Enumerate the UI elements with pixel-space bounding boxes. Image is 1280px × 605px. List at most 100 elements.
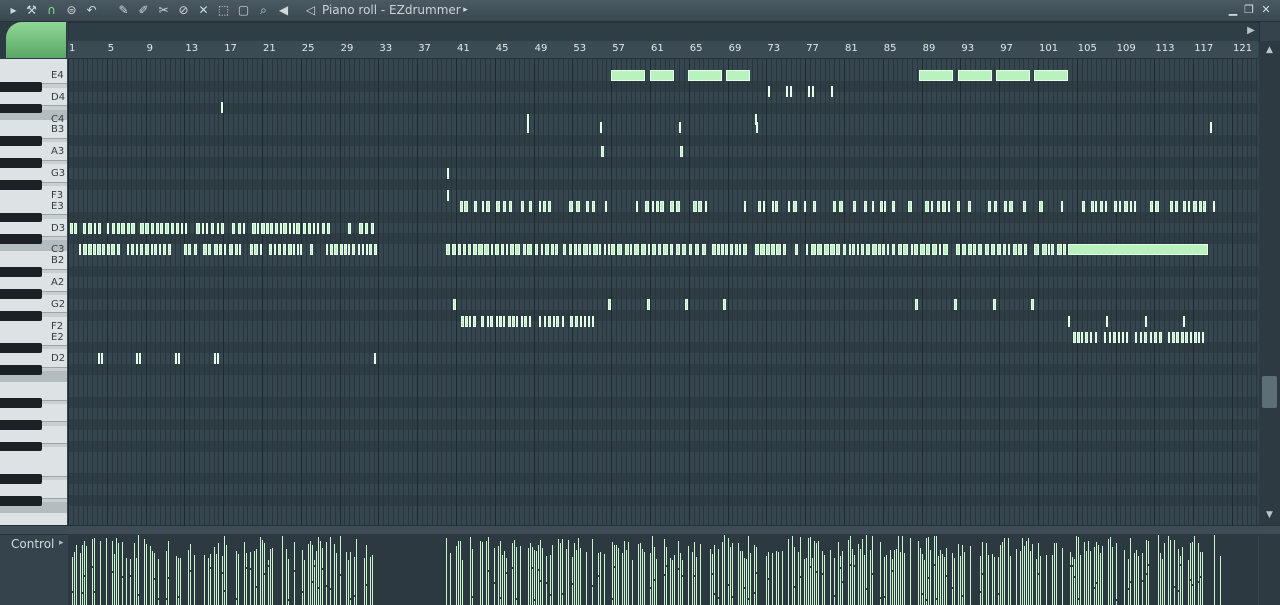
velocity-bar[interactable] <box>604 553 605 605</box>
velocity-bar[interactable] <box>1138 556 1139 605</box>
velocity-point[interactable] <box>872 572 874 575</box>
velocity-bar[interactable] <box>1148 541 1149 605</box>
midi-note[interactable] <box>1018 244 1023 256</box>
midi-note[interactable] <box>657 244 661 256</box>
midi-note[interactable] <box>484 244 489 256</box>
velocity-bar[interactable] <box>998 557 999 605</box>
midi-note[interactable] <box>374 244 378 256</box>
velocity-bar[interactable] <box>546 555 547 605</box>
midi-note[interactable] <box>853 200 857 212</box>
velocity-point[interactable] <box>506 571 508 574</box>
midi-note[interactable] <box>872 200 875 212</box>
velocity-bar[interactable] <box>1164 543 1165 605</box>
midi-note[interactable] <box>224 244 227 256</box>
velocity-bar[interactable] <box>1130 538 1131 605</box>
midi-note[interactable] <box>461 316 464 328</box>
midi-note[interactable] <box>1145 315 1147 327</box>
velocity-bar[interactable] <box>626 549 627 605</box>
midi-note[interactable] <box>1212 200 1216 212</box>
midi-note[interactable] <box>996 244 1001 256</box>
velocity-bar[interactable] <box>902 535 903 605</box>
midi-note[interactable] <box>82 244 87 256</box>
velocity-point[interactable] <box>472 596 474 599</box>
midi-note[interactable] <box>468 316 471 328</box>
midi-note[interactable] <box>755 244 759 256</box>
midi-note[interactable] <box>205 222 209 234</box>
velocity-bar[interactable] <box>886 554 887 605</box>
velocity-bar[interactable] <box>742 551 743 605</box>
midi-note[interactable] <box>237 222 242 234</box>
midi-note[interactable] <box>712 244 716 256</box>
midi-note[interactable] <box>534 244 539 256</box>
midi-note[interactable] <box>1187 200 1191 212</box>
velocity-bar[interactable] <box>1100 553 1101 605</box>
velocity-bar[interactable] <box>226 545 227 605</box>
midi-note[interactable] <box>881 244 886 256</box>
velocity-bar[interactable] <box>178 557 179 605</box>
velocity-bar[interactable] <box>1108 538 1109 605</box>
velocity-bar[interactable] <box>1098 544 1099 605</box>
midi-note[interactable] <box>232 222 236 234</box>
midi-note[interactable] <box>1051 244 1055 256</box>
velocity-bar[interactable] <box>746 559 747 605</box>
midi-note[interactable] <box>229 244 233 256</box>
midi-note[interactable] <box>645 200 650 212</box>
velocity-bar[interactable] <box>936 535 937 605</box>
velocity-bar[interactable] <box>866 535 867 605</box>
midi-note[interactable] <box>735 244 738 256</box>
velocity-bar[interactable] <box>1040 555 1041 605</box>
control-label[interactable]: Control <box>11 537 54 551</box>
velocity-bar[interactable] <box>84 540 85 605</box>
velocity-bar[interactable] <box>130 559 131 605</box>
midi-note[interactable] <box>592 244 598 256</box>
velocity-bar[interactable] <box>1192 542 1193 605</box>
midi-note[interactable] <box>973 244 976 256</box>
velocity-bar[interactable] <box>744 557 745 605</box>
velocity-point[interactable] <box>516 598 518 601</box>
midi-note[interactable] <box>116 244 121 256</box>
velocity-bar[interactable] <box>176 556 177 605</box>
midi-note[interactable] <box>891 200 895 212</box>
velocity-bar[interactable] <box>918 540 919 605</box>
midi-note[interactable] <box>74 222 77 234</box>
midi-note[interactable] <box>608 298 611 310</box>
velocity-bar[interactable] <box>152 550 153 605</box>
midi-note[interactable] <box>465 316 468 328</box>
midi-note[interactable] <box>861 244 864 256</box>
velocity-bar[interactable] <box>562 538 563 605</box>
velocity-point[interactable] <box>330 587 332 590</box>
midi-note[interactable] <box>339 244 344 256</box>
midi-note[interactable] <box>313 222 316 234</box>
midi-note[interactable] <box>1073 331 1076 343</box>
midi-note[interactable] <box>310 244 313 256</box>
velocity-bar[interactable] <box>806 558 807 605</box>
midi-note[interactable] <box>527 122 529 134</box>
midi-note[interactable] <box>548 316 551 328</box>
velocity-bar[interactable] <box>320 541 321 605</box>
velocity-bar[interactable] <box>86 546 87 605</box>
black-key[interactable] <box>0 397 42 408</box>
velocity-bar[interactable] <box>678 541 679 605</box>
midi-note[interactable] <box>743 244 747 256</box>
velocity-point[interactable] <box>756 571 758 574</box>
midi-note[interactable] <box>555 244 558 256</box>
velocity-bar[interactable] <box>356 538 357 605</box>
velocity-point[interactable] <box>494 582 496 585</box>
velocity-bar[interactable] <box>930 550 931 605</box>
midi-note[interactable] <box>539 200 542 212</box>
velocity-bar[interactable] <box>272 547 273 605</box>
midi-note[interactable] <box>1118 331 1121 343</box>
midi-note[interactable] <box>880 200 883 212</box>
velocity-bar[interactable] <box>282 536 283 605</box>
midi-note[interactable] <box>968 244 973 256</box>
midi-note[interactable] <box>1181 331 1184 343</box>
midi-note[interactable] <box>316 222 320 234</box>
velocity-point[interactable] <box>682 575 684 578</box>
midi-note[interactable] <box>523 244 526 256</box>
midi-note[interactable] <box>473 316 477 328</box>
midi-note[interactable] <box>1183 315 1185 327</box>
midi-note[interactable] <box>926 244 930 256</box>
midi-note[interactable] <box>547 200 552 212</box>
velocity-bar[interactable] <box>904 552 905 605</box>
velocity-bar[interactable] <box>640 542 641 605</box>
